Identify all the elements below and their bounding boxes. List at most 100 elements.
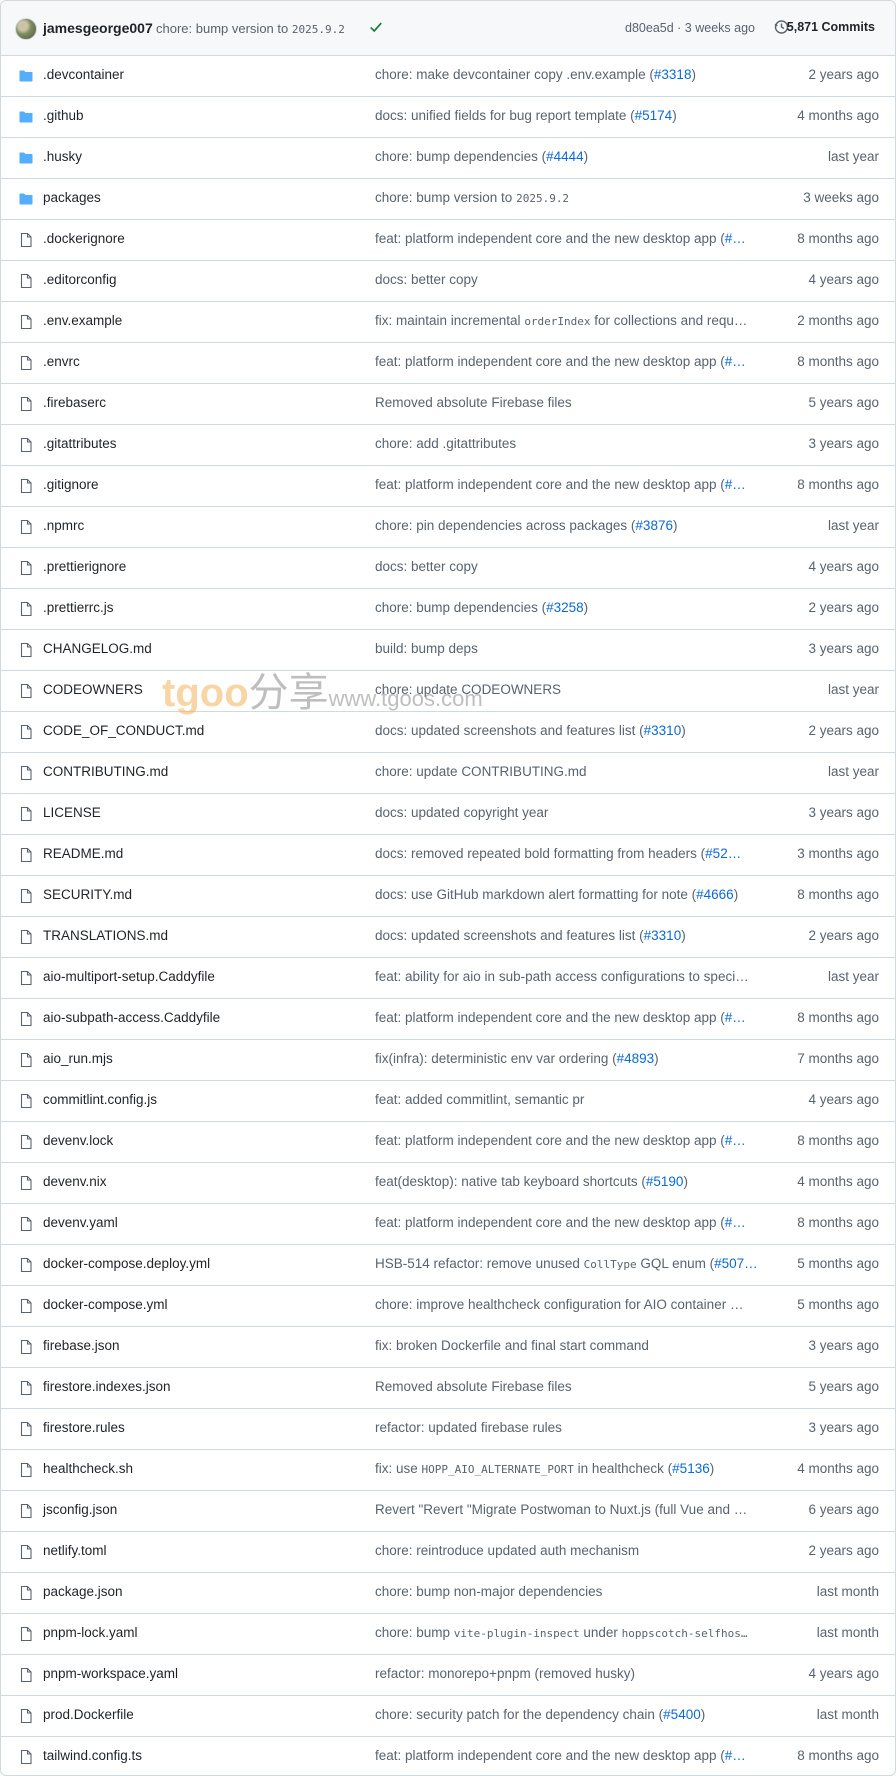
commit-age[interactable]: 3 years ago [808,1420,879,1435]
pr-link[interactable]: #5136 [672,1461,710,1476]
commit-message-link[interactable]: chore: improve healthcheck configuration… [375,1297,759,1312]
commit-age[interactable]: 3 weeks ago [803,190,879,205]
commit-message-link[interactable]: docs: better copy [375,272,759,287]
file-name-link[interactable]: .dockerignore [43,231,125,246]
file-row[interactable]: firestore.indexes.json Removed absolute F… [1,1368,895,1409]
pr-link[interactable]: #5190 [646,1174,684,1189]
commit-age[interactable]: 5 months ago [797,1297,879,1312]
commit-age[interactable]: 5 years ago [808,1379,879,1394]
commit-age[interactable]: 4 years ago [808,559,879,574]
file-row[interactable]: pnpm-lock.yaml chore: bump vite-plugin-in… [1,1614,895,1655]
commit-message-link[interactable]: chore: bump dependencies (#4444) [375,149,759,164]
pr-link[interactable]: #52… [705,846,741,861]
pr-link[interactable]: #… [725,1215,746,1230]
commit-age[interactable]: 4 years ago [808,1092,879,1107]
commit-age[interactable]: 2 years ago [808,600,879,615]
file-row[interactable]: CHANGELOG.md build: bump deps 3 years ago [1,630,895,671]
file-row[interactable]: healthcheck.sh fix: use HOPP_AIO_ALTERNAT… [1,1450,895,1491]
commit-age[interactable]: last year [828,764,879,779]
pr-link[interactable]: #… [725,477,746,492]
commit-age[interactable]: 8 months ago [797,887,879,902]
file-row[interactable]: .envrc feat: platform independent core an… [1,343,895,384]
commit-message-link[interactable]: feat: platform independent core and the … [375,231,759,246]
pr-link[interactable]: #4444 [546,149,584,164]
file-name-link[interactable]: SECURITY.md [43,887,132,902]
file-name-link[interactable]: aio-subpath-access.Caddyfile [43,1010,220,1025]
file-row[interactable]: .editorconfig docs: better copy 4 years ag… [1,261,895,302]
file-name-link[interactable]: TRANSLATIONS.md [43,928,168,943]
file-name-link[interactable]: prod.Dockerfile [43,1707,134,1722]
commit-message-link[interactable]: chore: bump dependencies (#3258) [375,600,759,615]
file-name-link[interactable]: pnpm-workspace.yaml [43,1666,178,1681]
pr-link[interactable]: #5174 [635,108,673,123]
file-row[interactable]: SECURITY.md docs: use GitHub markdown ale… [1,876,895,917]
file-name-link[interactable]: healthcheck.sh [43,1461,133,1476]
commit-age[interactable]: 6 years ago [808,1502,879,1517]
file-name-link[interactable]: firestore.indexes.json [43,1379,171,1394]
commit-age[interactable]: 4 months ago [797,1174,879,1189]
commit-message-link[interactable]: refactor: monorepo+pnpm (removed husky) [375,1666,759,1681]
commit-message-link[interactable]: chore: bump non-major dependencies [375,1584,759,1599]
commit-message-link[interactable]: feat: platform independent core and the … [375,1133,759,1148]
file-row[interactable]: commitlint.config.js feat: added commitli… [1,1081,895,1122]
commit-message-link[interactable]: docs: removed repeated bold formatting f… [375,846,759,861]
commit-age[interactable]: 5 years ago [808,395,879,410]
commit-age[interactable]: 8 months ago [797,354,879,369]
commit-message-link[interactable]: docs: updated screenshots and features l… [375,723,759,738]
commit-message-link[interactable]: feat: platform independent core and the … [375,354,759,369]
file-name-link[interactable]: packages [43,190,101,205]
file-name-link[interactable]: .editorconfig [43,272,117,287]
commit-message-link[interactable]: fix(infra): deterministic env var orderi… [375,1051,759,1066]
file-name-link[interactable]: .prettierrc.js [43,600,114,615]
pr-link[interactable]: #… [725,1133,746,1148]
file-row[interactable]: CODE_OF_CONDUCT.md docs: updated screensh… [1,712,895,753]
commit-message-link[interactable]: feat: added commitlint, semantic pr [375,1092,759,1107]
commit-age[interactable]: 8 months ago [797,1748,879,1763]
file-name-link[interactable]: README.md [43,846,123,861]
file-row[interactable]: .prettierrc.js chore: bump dependencies (… [1,589,895,630]
commit-age[interactable]: 4 months ago [797,108,879,123]
file-row[interactable]: netlify.toml chore: reintroduce updated a… [1,1532,895,1573]
file-name-link[interactable]: devenv.lock [43,1133,113,1148]
latest-commit-message[interactable]: chore: bump version to 2025.9.2 [156,21,345,36]
commit-age[interactable]: 2 years ago [808,928,879,943]
pr-link[interactable]: #3258 [546,600,584,615]
commit-age[interactable]: last year [828,682,879,697]
file-row[interactable]: .firebaserc Removed absolute Firebase fil… [1,384,895,425]
commit-message-link[interactable]: docs: updated copyright year [375,805,759,820]
file-name-link[interactable]: CODEOWNERS [43,682,143,697]
file-row[interactable]: aio_run.mjs fix(infra): deterministic env… [1,1040,895,1081]
pr-link[interactable]: #3310 [644,928,682,943]
pr-link[interactable]: #3318 [654,67,692,82]
commit-message-link[interactable]: fix: maintain incremental orderIndex for… [375,313,759,328]
file-row[interactable]: .devcontainer chore: make devcontainer co… [1,56,895,97]
file-name-link[interactable]: CHANGELOG.md [43,641,152,656]
file-row[interactable]: .gitignore feat: platform independent cor… [1,466,895,507]
file-row[interactable]: .env.example fix: maintain incremental or… [1,302,895,343]
file-name-link[interactable]: commitlint.config.js [43,1092,157,1107]
file-name-link[interactable]: firebase.json [43,1338,120,1353]
file-row[interactable]: packages chore: bump version to 2025.9.2 3… [1,179,895,220]
file-row[interactable]: firebase.json fix: broken Dockerfile and … [1,1327,895,1368]
commit-message-link[interactable]: chore: bump version to 2025.9.2 [375,190,759,205]
file-name-link[interactable]: LICENSE [43,805,101,820]
commit-age[interactable]: 3 months ago [797,846,879,861]
commit-message-link[interactable]: docs: updated screenshots and features l… [375,928,759,943]
commit-age[interactable]: last year [828,518,879,533]
file-name-link[interactable]: .env.example [43,313,122,328]
file-name-link[interactable]: docker-compose.deploy.yml [43,1256,210,1271]
file-row[interactable]: aio-subpath-access.Caddyfile feat: platfo… [1,999,895,1040]
commit-message-link[interactable]: feat: platform independent core and the … [375,1010,759,1025]
commit-message-link[interactable]: feat: platform independent core and the … [375,1748,759,1763]
commit-age[interactable]: last month [817,1707,879,1722]
file-name-link[interactable]: aio-multiport-setup.Caddyfile [43,969,215,984]
file-name-link[interactable]: .firebaserc [43,395,106,410]
commit-age[interactable]: last month [817,1625,879,1640]
file-name-link[interactable]: aio_run.mjs [43,1051,113,1066]
commit-message-link[interactable]: Removed absolute Firebase files [375,1379,759,1394]
commit-message-link[interactable]: feat: platform independent core and the … [375,1215,759,1230]
commit-age[interactable]: 2 months ago [797,313,879,328]
file-name-link[interactable]: netlify.toml [43,1543,107,1558]
commit-message-link[interactable]: feat: platform independent core and the … [375,477,759,492]
pr-link[interactable]: #… [725,1748,746,1763]
